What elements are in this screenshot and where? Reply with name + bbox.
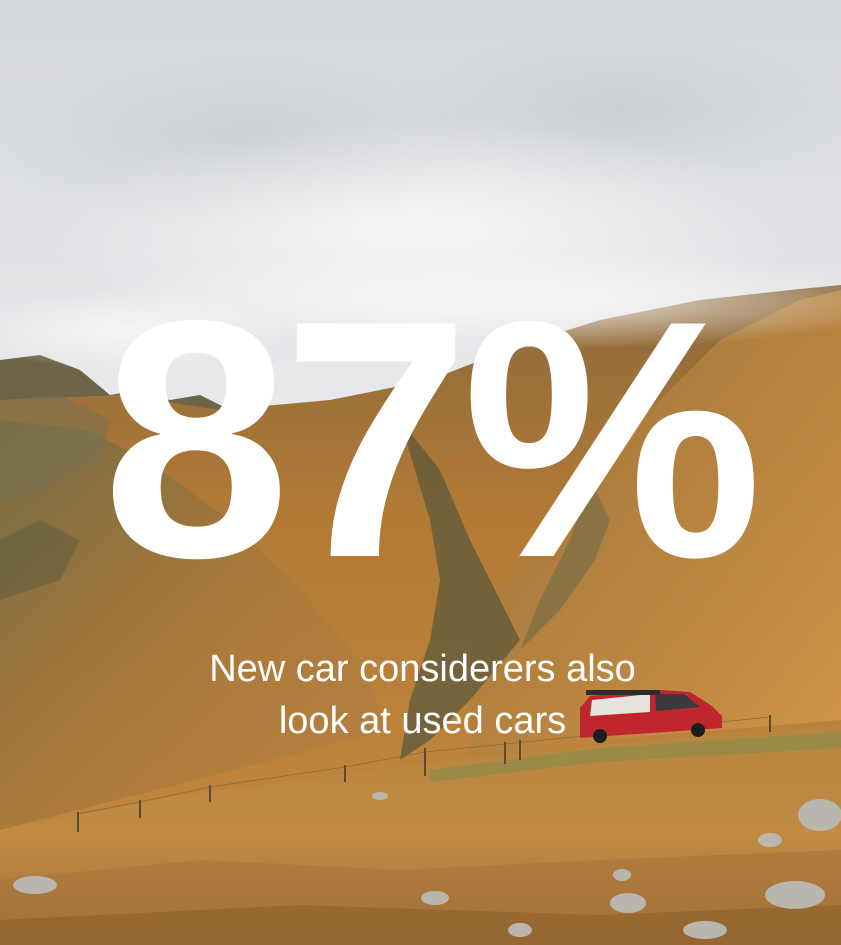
stat-value: 87% [102, 250, 763, 628]
stat-caption: New car considerers also look at used ca… [2, 643, 841, 747]
caption-line-1: New car considerers also [209, 648, 636, 690]
hero-image: 87% New car considerers also look at use… [0, 0, 841, 945]
caption-line-2: look at used cars [278, 700, 567, 742]
